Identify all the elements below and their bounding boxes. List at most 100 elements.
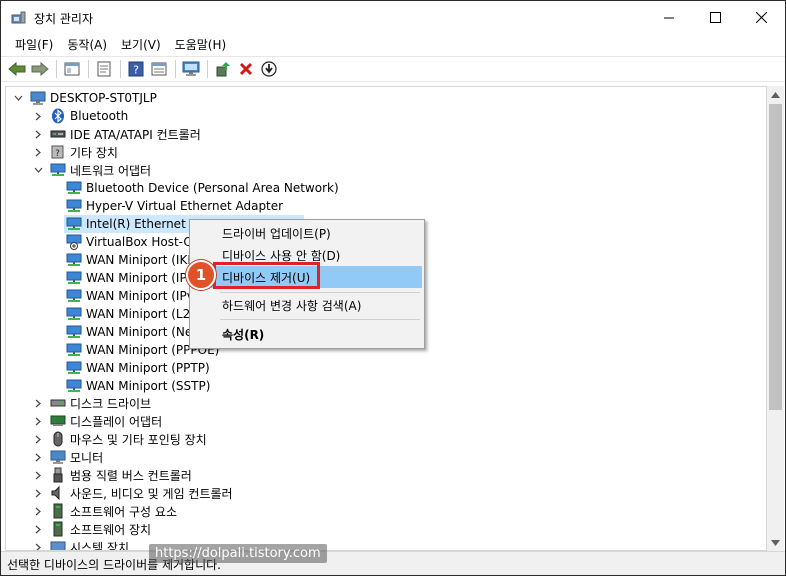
expand-chevron-icon[interactable] (32, 146, 44, 158)
expand-chevron-icon[interactable] (32, 505, 44, 517)
network-adapter-icon (66, 180, 82, 196)
toolbar: ? (1, 56, 785, 82)
tree-device-label: WAN Miniport (PPTP) (86, 361, 210, 375)
software-component-icon (50, 503, 66, 519)
tree-device-item[interactable]: Bluetooth Device (Personal Area Network) (66, 179, 339, 197)
network-adapter-icon (66, 216, 82, 232)
forward-button[interactable] (29, 58, 51, 80)
network-adapter-icon (66, 324, 82, 340)
tree-category-label: 소프트웨어 구성 요소 (70, 504, 177, 519)
tree-category-bluetooth[interactable]: Bluetooth (32, 107, 128, 125)
watermark: https://dolpali.tistory.com (149, 544, 327, 563)
tree-category-disk[interactable]: 디스크 드라이브 (32, 394, 151, 412)
view-button[interactable] (148, 58, 170, 80)
svg-text:?: ? (55, 149, 60, 159)
uninstall-red-x-icon (239, 62, 253, 76)
scroll-up-button[interactable] (767, 86, 784, 103)
monitor-icon (50, 449, 66, 465)
tree-category-label: 소프트웨어 장치 (70, 522, 152, 537)
network-adapter-icon (66, 270, 82, 286)
tree-category-label: 기타 장치 (70, 145, 118, 160)
tree-category-label: IDE ATA/ATAPI 컨트롤러 (70, 127, 201, 142)
collapse-chevron-icon[interactable] (12, 92, 24, 104)
tree-category-usb[interactable]: 범용 직렬 버스 컨트롤러 (32, 466, 192, 484)
tree-device-label: WAN Miniport (IKE (86, 253, 195, 267)
vertical-scrollbar[interactable] (767, 86, 784, 551)
help-button[interactable]: ? (125, 58, 147, 80)
uninstall-device-button[interactable] (235, 58, 257, 80)
tree-category-software-component[interactable]: 소프트웨어 구성 요소 (32, 502, 177, 520)
tree-device-item[interactable]: WAN Miniport (PPTP) (66, 359, 210, 377)
network-adapter-icon (66, 252, 82, 268)
expand-chevron-icon[interactable] (32, 541, 44, 550)
scroll-down-button[interactable] (767, 534, 784, 551)
window-title: 장치 관리자 (34, 12, 94, 26)
tree-device-label: WAN Miniport (L2 (86, 307, 191, 321)
network-adapter-icon (50, 162, 66, 178)
tree-category-network[interactable]: 네트워크 어댑터 (32, 161, 151, 179)
menu-action[interactable]: 동작(A) (61, 34, 113, 55)
tree-category-label: 모니터 (70, 450, 104, 465)
tree-device-item[interactable]: WAN Miniport (IKE (66, 251, 195, 269)
update-driver-button[interactable] (212, 58, 234, 80)
tree-category-label: 시스템 장치 (70, 540, 130, 551)
expand-chevron-icon[interactable] (32, 487, 44, 499)
tree-device-item[interactable]: WAN Miniport (IP (66, 269, 187, 287)
tree-category-ide[interactable]: IDE ATA/ATAPI 컨트롤러 (32, 125, 201, 143)
expand-chevron-icon[interactable] (32, 433, 44, 445)
properties-button[interactable] (93, 58, 115, 80)
scan-hardware-button[interactable] (180, 58, 202, 80)
tree-category-mouse[interactable]: 마우스 및 기타 포인팅 장치 (32, 430, 207, 448)
tree-category-label: 사운드, 비디오 및 게임 컨트롤러 (70, 486, 233, 501)
maximize-button[interactable] (692, 1, 738, 34)
tree-device-label: Intel(R) Ethernet C (86, 217, 198, 231)
download-button[interactable] (258, 58, 280, 80)
help-icon: ? (128, 61, 144, 77)
tree-category-display[interactable]: 디스플레이 어댑터 (32, 412, 162, 430)
expand-chevron-icon[interactable] (32, 128, 44, 140)
expand-chevron-icon[interactable] (32, 397, 44, 409)
menu-help[interactable]: 도움말(H) (169, 34, 233, 55)
expand-chevron-icon[interactable] (32, 523, 44, 535)
tree-device-item[interactable]: WAN Miniport (L2 (66, 305, 190, 323)
tree-device-label: WAN Miniport (Ne (86, 325, 193, 339)
scroll-thumb[interactable] (769, 104, 782, 410)
ctx-update-driver[interactable]: 드라이버 업데이트(P) (192, 222, 422, 244)
ctx-scan-hardware[interactable]: 하드웨어 변경 사항 검색(A) (192, 294, 422, 316)
collapse-chevron-icon[interactable] (32, 164, 44, 176)
minimize-icon (664, 17, 674, 18)
tree-category-label: 디스플레이 어댑터 (70, 414, 163, 429)
tree-category-sound[interactable]: 사운드, 비디오 및 게임 컨트롤러 (32, 484, 233, 502)
ctx-properties[interactable]: 속성(R) (192, 323, 422, 345)
tree-category-system[interactable]: 시스템 장치 (32, 538, 130, 551)
title-bar: 장치 관리자 (1, 1, 785, 34)
tree-device-item[interactable]: WAN Miniport (Ne (66, 323, 192, 341)
tree-device-label: Bluetooth Device (Personal Area Network) (86, 181, 339, 195)
monitor-scan-icon (182, 61, 200, 76)
tree-device-item[interactable]: Hyper-V Virtual Ethernet Adapter (66, 197, 283, 215)
back-button[interactable] (6, 58, 28, 80)
expand-chevron-icon[interactable] (32, 110, 44, 122)
download-circle-icon (261, 61, 277, 77)
network-adapter-icon (66, 360, 82, 376)
tree-category-monitor[interactable]: 모니터 (32, 448, 103, 466)
expand-chevron-icon[interactable] (32, 469, 44, 481)
minimize-button[interactable] (646, 1, 692, 34)
device-manager-app-icon (11, 10, 27, 26)
menu-file[interactable]: 파일(F) (9, 34, 59, 55)
show-hide-tree-button[interactable] (61, 58, 83, 80)
view-icon (151, 62, 167, 76)
tree-category-other[interactable]: ? 기타 장치 (32, 143, 118, 161)
network-adapter-icon (66, 198, 82, 214)
annotation-step-badge: 1 (186, 260, 216, 290)
tree-root[interactable]: DESKTOP-ST0TJLP (12, 89, 157, 107)
tree-device-item[interactable]: WAN Miniport (SSTP) (66, 377, 210, 395)
tree-device-item[interactable]: WAN Miniport (IPv (66, 287, 194, 305)
tree-category-software-device[interactable]: 소프트웨어 장치 (32, 520, 151, 538)
expand-chevron-icon[interactable] (32, 415, 44, 427)
menu-view[interactable]: 보기(V) (115, 34, 167, 55)
expand-chevron-icon[interactable] (32, 451, 44, 463)
close-button[interactable] (738, 1, 784, 34)
tree-device-item[interactable]: VirtualBox Host-O (66, 233, 193, 251)
tree-category-label: Bluetooth (70, 109, 129, 123)
